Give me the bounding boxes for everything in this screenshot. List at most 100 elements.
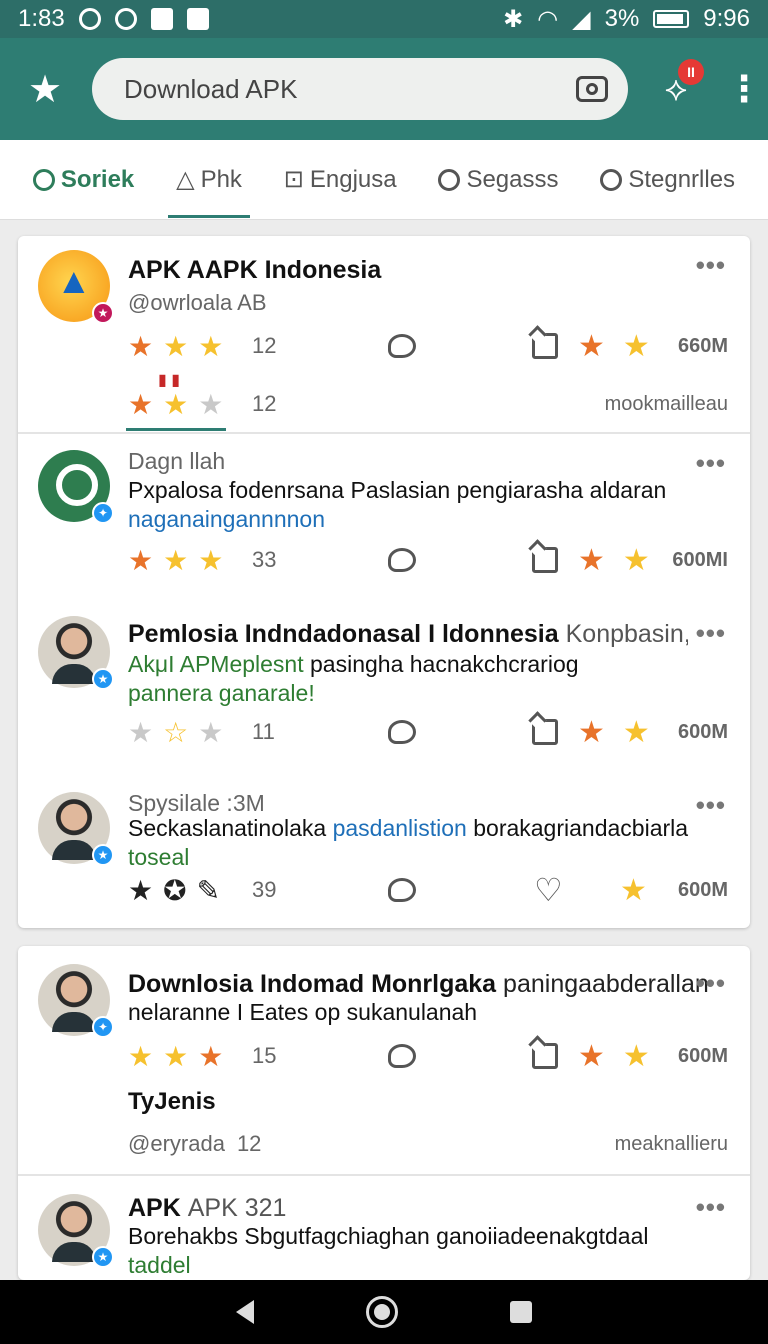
post-body: Seckaslanatinolaka pasdanlistion borakag…	[128, 814, 728, 872]
avatar[interactable]: ✦	[38, 964, 114, 1038]
more-options-icon[interactable]: •••	[696, 448, 726, 479]
view-count: 660M	[677, 334, 728, 357]
recent-apps-icon[interactable]	[510, 1301, 532, 1323]
search-input[interactable]	[124, 73, 524, 105]
star-icon[interactable]: ★	[578, 715, 605, 750]
tab-label: Stegnrlles	[628, 165, 736, 193]
post-item[interactable]: ★ APK AAPK Indonesia ••• @owrloala AB ★★…	[18, 236, 750, 432]
feed-card: ★ APK AAPK Indonesia ••• @owrloala AB ★★…	[18, 236, 750, 928]
post-item[interactable]: ✦ Downlosia Indomad Monrlgaka paningaabd…	[18, 946, 750, 1174]
avatar[interactable]: ★	[38, 792, 114, 866]
post-meta: @eryrada 12 meaknallieru	[128, 1126, 728, 1162]
post-item[interactable]: ★ APK APK 321 ••• Borehakbs Sbgutfagchia…	[18, 1178, 750, 1278]
star-icon[interactable]: ★	[623, 715, 650, 750]
more-options-icon[interactable]: •••	[696, 618, 726, 649]
status-time-left: 1:83	[18, 5, 65, 32]
tab-phk[interactable]: △ Phk	[168, 140, 250, 220]
post-title[interactable]: Downlosia Indomad Monrlgaka paningaabder…	[128, 970, 708, 999]
post-title-suffix: paningaabderallan	[503, 970, 708, 998]
back-icon[interactable]	[236, 1300, 254, 1324]
star-icon[interactable]: ★	[578, 543, 605, 578]
post-text: Seckaslanatinolaka	[128, 815, 327, 841]
rating-count: 39	[252, 877, 277, 902]
post-handle[interactable]: @owrloala AB	[128, 290, 267, 316]
post-green-text[interactable]: pannera ganarale!	[128, 680, 315, 706]
tab-soriek[interactable]: Soriek	[25, 140, 142, 220]
star-icon: ★	[198, 1040, 224, 1072]
rating-stars: ★ ★ ★	[128, 388, 240, 421]
post-title-suffix: APK 321	[187, 1194, 287, 1222]
comment-icon[interactable]	[388, 878, 416, 902]
share-icon[interactable]	[532, 333, 558, 359]
post-item[interactable]: ★ Spysilale :3M ••• Seckaslanatinolaka p…	[18, 786, 750, 926]
post-item[interactable]: ✦ Dagn llah ••• Pxpalosa fodenrsana Pasl…	[18, 434, 750, 602]
rating-stars: ★ ★ ★	[128, 1040, 240, 1073]
app-notification-icon	[150, 8, 173, 30]
pin-icon: ✎	[196, 874, 221, 906]
post-handle[interactable]: @eryrada	[128, 1131, 225, 1157]
post-green-text[interactable]: toseal	[128, 844, 189, 870]
star-icon[interactable]: ★	[623, 543, 650, 578]
more-options-icon[interactable]: •••	[696, 968, 726, 999]
overflow-menu-icon[interactable]: ⋮	[726, 71, 762, 107]
star-icon: ✪	[163, 874, 187, 906]
comment-icon[interactable]	[388, 720, 416, 744]
post-body: Borehakbs Sbgutfagchiaghan ganoiiadeenak…	[128, 1222, 728, 1280]
post-title[interactable]: Pemlosia Indndadonasal I ldonnesia Konpb…	[128, 620, 688, 649]
verified-badge-icon: ★	[92, 668, 114, 690]
comment-icon[interactable]	[388, 334, 416, 358]
post-highlight[interactable]: pasdanlistion	[333, 815, 467, 841]
post-actions: ★ ★ ★ 12 ★ ★ 660M	[128, 328, 728, 364]
share-icon[interactable]	[532, 547, 558, 573]
comment-icon[interactable]	[388, 1044, 416, 1068]
star-icon: ★	[198, 388, 224, 420]
more-options-icon[interactable]: •••	[696, 250, 726, 281]
post-title[interactable]: APK APK 321	[128, 1194, 286, 1223]
notification-bell-icon[interactable]: ⟡ II	[656, 59, 704, 109]
share-icon[interactable]	[532, 719, 558, 745]
star-icon[interactable]: ★	[623, 1039, 650, 1074]
verified-badge-icon: ★	[92, 1246, 114, 1268]
avatar[interactable]: ✦	[38, 450, 114, 524]
tab-stegnrlles[interactable]: Stegnrlles	[592, 140, 743, 220]
tab-engjusa[interactable]: ⊡ Engjusa	[276, 140, 405, 220]
star-icon: ★	[163, 1040, 189, 1072]
post-item[interactable]: ★ Pemlosia Indndadonasal I ldonnesia Kon…	[18, 608, 750, 776]
star-icon[interactable]: ★	[578, 329, 605, 364]
rating-stars: ★ ★ ★	[128, 330, 240, 363]
star-icon[interactable]: ★	[623, 329, 650, 364]
sync-icon	[78, 8, 101, 30]
post-header[interactable]: Spysilale :3M	[128, 790, 265, 817]
more-options-icon[interactable]: •••	[696, 1192, 726, 1223]
tab-label: Soriek	[60, 165, 135, 193]
camera-icon[interactable]	[576, 76, 608, 102]
post-header[interactable]: Dagn llah	[128, 448, 225, 475]
star-icon[interactable]: ★	[620, 873, 647, 908]
home-icon[interactable]	[366, 1296, 398, 1328]
star-icon[interactable]: ★	[578, 1039, 605, 1074]
post-actions: ★ ☆ ★ 11 ★ ★ 600M	[128, 714, 728, 750]
post-green-text[interactable]: taddel	[128, 1252, 191, 1278]
signal-icon: ◢	[572, 5, 591, 33]
post-body: Pxpalosa fodenrsana Paslasian pengiarash…	[128, 476, 728, 534]
footer-note: meaknallieru	[614, 1132, 728, 1155]
post-highlight[interactable]: naganaingannnnon	[128, 506, 325, 532]
tab-segasss[interactable]: Segasss	[430, 140, 566, 220]
star-icon: ★	[128, 1040, 154, 1072]
sub-heading: TyJenis	[128, 1088, 216, 1115]
gallery-icon	[186, 8, 209, 30]
search-bar[interactable]	[92, 58, 628, 120]
avatar[interactable]: ★	[38, 616, 114, 690]
share-icon[interactable]	[532, 1043, 558, 1069]
verified-badge-icon: ✦	[92, 502, 114, 524]
avatar[interactable]: ★	[38, 250, 114, 324]
avatar[interactable]: ★	[38, 1194, 114, 1268]
post-text: Borehakbs Sbgutfagchiaghan ganoiiadeenak…	[128, 1223, 649, 1249]
heart-icon[interactable]: ♡	[534, 871, 564, 909]
favorites-star-icon[interactable]: ★	[20, 67, 70, 112]
post-title[interactable]: APK AAPK Indonesia	[128, 256, 381, 285]
tab-label: Engjusa	[309, 165, 397, 193]
post-body: nelaranne I Eates op sukanulanah	[128, 999, 478, 1025]
post-green-text[interactable]: AkμI APMeplesnt	[128, 651, 304, 677]
comment-icon[interactable]	[388, 548, 416, 572]
